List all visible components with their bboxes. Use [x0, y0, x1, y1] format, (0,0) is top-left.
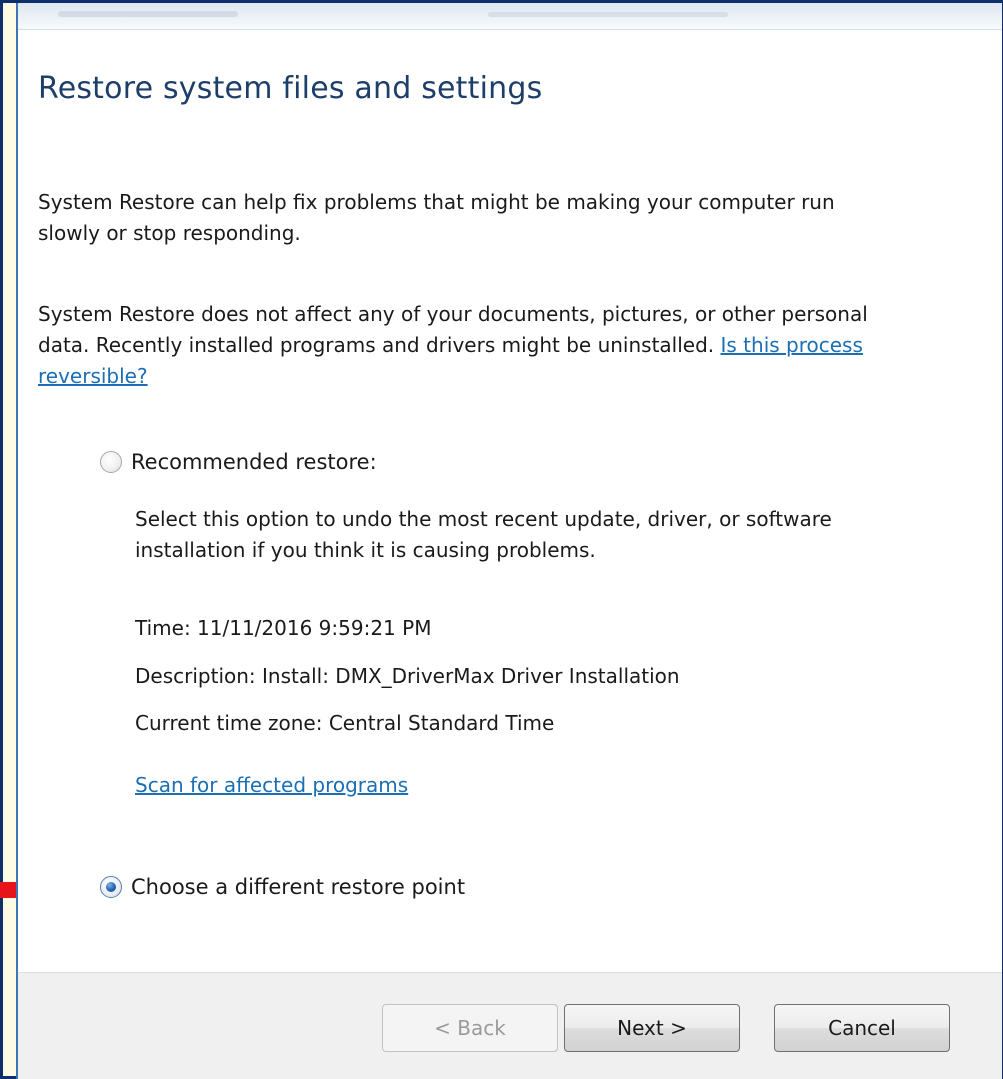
different-restore-point-label: Choose a different restore point	[131, 875, 466, 899]
back-button[interactable]: < Back	[382, 1004, 558, 1052]
restore-time: Time: 11/11/2016 9:59:21 PM	[135, 616, 432, 640]
recommended-radio-button[interactable]	[100, 451, 122, 473]
scan-affected-programs-link[interactable]: Scan for affected programs	[135, 773, 408, 797]
system-restore-dialog: Restore system files and settings System…	[16, 3, 1002, 1079]
title-bar	[18, 3, 1002, 30]
recommended-restore-option[interactable]: Recommended restore:	[100, 450, 377, 474]
cancel-button[interactable]: Cancel	[774, 1004, 950, 1052]
time-zone: Current time zone: Central Standard Time	[135, 711, 555, 735]
title-bar-blur	[488, 12, 728, 17]
different-restore-point-option[interactable]: Choose a different restore point	[100, 875, 465, 899]
intro-text: System Restore can help fix problems tha…	[38, 190, 835, 245]
different-restore-point-radio-button[interactable]	[100, 876, 122, 898]
title-bar-blur	[58, 11, 238, 17]
recommended-description: Select this option to undo the most rece…	[135, 507, 832, 562]
next-button[interactable]: Next >	[564, 1004, 740, 1052]
recommended-restore-label: Recommended restore:	[131, 450, 377, 474]
note-paragraph: System Restore does not affect any of yo…	[38, 299, 898, 392]
page-title: Restore system files and settings	[38, 71, 543, 106]
radio-selected-dot	[106, 882, 116, 892]
restore-description: Description: Install: DMX_DriverMax Driv…	[135, 664, 680, 688]
